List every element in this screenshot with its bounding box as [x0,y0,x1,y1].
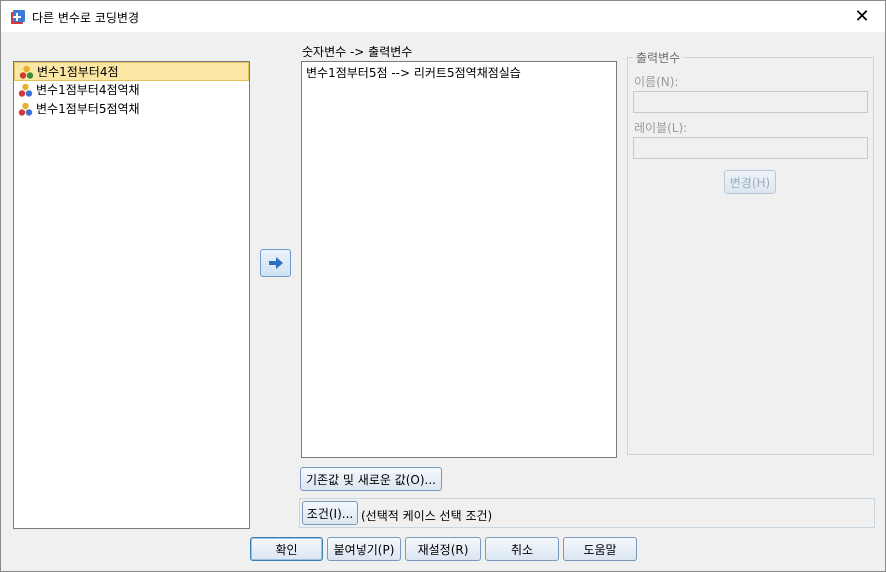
right-arrow-icon [268,257,283,269]
ok-button[interactable]: 확인 [250,537,323,561]
name-label: 이름(N): [634,75,679,89]
variable-label: 변수1점부터4점 [37,65,119,79]
mapping-list[interactable]: 변수1점부터5점 --> 리커트5점역채점실습 [301,61,617,458]
condition-note: (선택적 케이스 선택 조건) [361,509,493,523]
close-icon: ✕ [854,6,870,27]
cancel-button[interactable]: 취소 [485,537,559,561]
variable-item[interactable]: 변수1점부터4점 [14,62,249,81]
source-variable-list[interactable]: 변수1점부터4점 변수1점부터4점역채 변수1점부터5점역채 [13,61,250,529]
old-new-values-button[interactable]: 기존값 및 새로운 값(O)... [300,467,442,491]
variable-item[interactable]: 변수1점부터5점역채 [14,100,249,119]
close-button[interactable]: ✕ [839,1,885,32]
change-button[interactable]: 변경(H) [724,170,776,194]
move-variable-button[interactable] [260,249,291,277]
variable-item[interactable]: 변수1점부터4점역채 [14,81,249,100]
spss-dialog-icon [11,10,25,24]
title-bar: 다른 변수로 코딩변경 ✕ [1,1,885,32]
output-variable-group-title: 출력변수 [633,49,684,66]
nominal-variable-icon [19,65,34,79]
nominal-variable-icon [18,83,33,97]
window-title: 다른 변수로 코딩변경 [32,11,139,25]
condition-button[interactable]: 조건(I)... [302,501,358,525]
variable-label: 변수1점부터4점역채 [36,83,140,97]
mapping-item[interactable]: 변수1점부터5점 --> 리커트5점역채점실습 [302,62,616,83]
label-label: 레이블(L): [634,121,688,135]
paste-button[interactable]: 붙여넣기(P) [327,537,401,561]
nominal-variable-icon [18,102,33,116]
variable-label: 변수1점부터5점역채 [36,102,140,116]
output-variable-group [627,57,874,455]
name-input[interactable] [633,91,868,113]
recode-dialog-window: 다른 변수로 코딩변경 ✕ 변수1점부터4점 변수1점부터4점역채 변수1점부터… [0,0,886,572]
mapping-header: 숫자변수 -> 출력변수 [302,45,413,59]
help-button[interactable]: 도움말 [563,537,637,561]
label-input[interactable] [633,137,868,159]
reset-button[interactable]: 재설정(R) [405,537,481,561]
